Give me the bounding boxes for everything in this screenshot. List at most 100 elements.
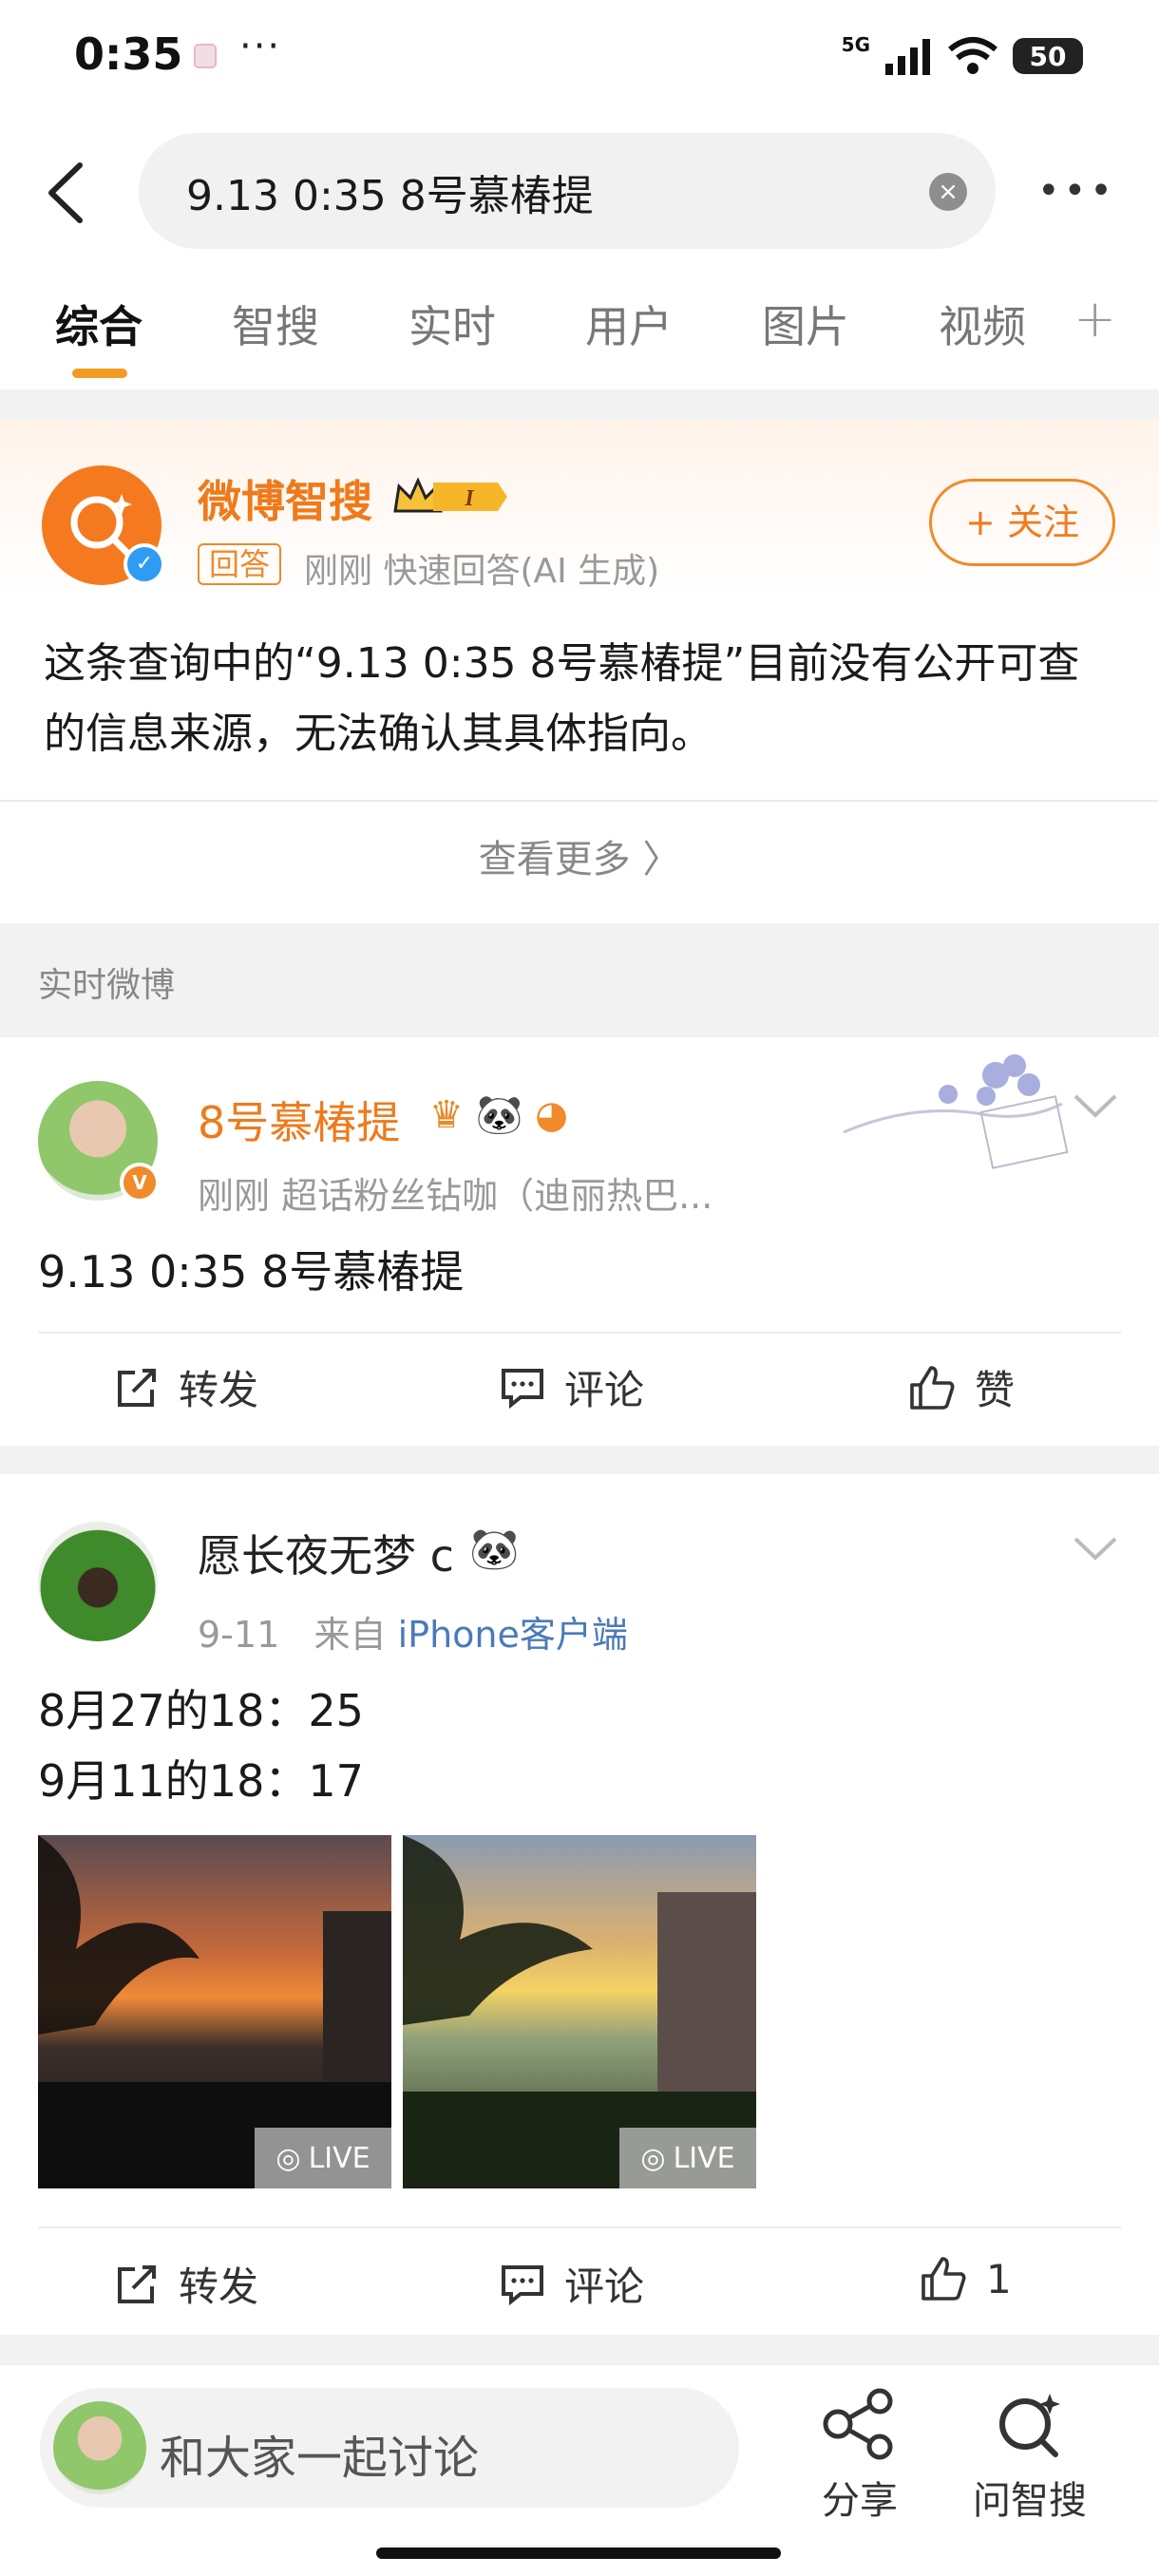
comment-button[interactable]: 评论 (500, 2255, 644, 2313)
network-label: 5G (841, 33, 870, 56)
repost-button[interactable]: 转发 (114, 1358, 258, 1416)
verified-icon: V (120, 1163, 160, 1203)
search-query-text: 9.13 0:35 8号慕椿提 (186, 172, 594, 220)
user-avatar (53, 2401, 146, 2494)
ai-account-name[interactable]: 微博智搜 (198, 467, 372, 530)
crown-badge-icon: ♛ (429, 1093, 464, 1137)
like-button[interactable]: 赞 (908, 1358, 1015, 1416)
live-photo-badge: ◎ LIVE (619, 2128, 756, 2188)
live-icon: ◎ (276, 2141, 301, 2175)
like-button[interactable]: 1 (920, 2255, 1012, 2302)
avatar[interactable] (38, 1522, 158, 1641)
post-meta: 刚刚 超话粉丝钻咖（迪丽热巴... (198, 1175, 713, 1217)
divider (38, 1332, 1121, 1334)
tab-users[interactable]: 用户 (585, 293, 673, 355)
wifi-icon (948, 37, 998, 74)
comment-label: 评论 (564, 2263, 645, 2310)
more-options-icon[interactable]: ••• (1037, 169, 1116, 213)
tab-comprehensive[interactable]: 综合 (55, 293, 142, 355)
ask-smart-search-button[interactable]: 问智搜 (973, 2388, 1087, 2525)
post-text-line: 8月27的18：25 (38, 1685, 364, 1736)
badge-icons: ♛ 🐼 ◕ (429, 1092, 568, 1137)
divider-band (0, 1446, 1159, 1474)
comment-placeholder: 和大家一起讨论 (160, 2432, 480, 2485)
ai-answer-text: 这条查询中的“9.13 0:35 8号慕椿提”目前没有公开可查的信息来源，无法确… (44, 639, 1080, 758)
post-card: V 8号慕椿提 ♛ 🐼 ◕ 刚刚 超话粉丝钻咖（迪丽热巴... 9.13 0:3… (0, 1037, 1159, 1446)
tab-videos[interactable]: 视频 (939, 293, 1026, 355)
status-bar: 0:35 ··· 5G 50 (0, 0, 1159, 114)
repost-label: 转发 (179, 1367, 259, 1413)
like-label: 赞 (975, 1367, 1016, 1413)
comment-button[interactable]: 评论 (500, 1358, 644, 1416)
post-photo[interactable]: ◎ LIVE (38, 1835, 391, 2188)
crown-level-badge-icon: I (393, 477, 507, 513)
like-count: 1 (986, 2255, 1012, 2302)
section-header: 实时微博 (0, 923, 1159, 1037)
ai-answer-card: ✓ 微博智搜 I 回答 刚刚 快速回答(AI 生成) + 关注 这条查询中的“9… (0, 420, 1159, 923)
repost-label: 转发 (179, 2263, 259, 2310)
search-input[interactable]: 9.13 0:35 8号慕椿提 × (139, 133, 996, 249)
live-photo-badge: ◎ LIVE (255, 2128, 391, 2188)
view-more-link[interactable]: 查看更多 〉 (0, 828, 1159, 883)
panda-icon: 🐼 (469, 1525, 520, 1572)
divider (0, 800, 1159, 802)
panda-icon: 🐼 (475, 1093, 523, 1137)
search-header: 9.13 0:35 8号慕椿提 × ••• (0, 123, 1159, 256)
username[interactable]: 愿长夜无梦 c (198, 1522, 454, 1584)
live-label: LIVE (308, 2141, 370, 2175)
post-text-line: 9月11的18：17 (38, 1755, 364, 1807)
post-date: 9-11 (198, 1614, 280, 1656)
section-label: 实时微博 (38, 966, 176, 1005)
thumbs-up-icon (922, 2257, 966, 2301)
share-button[interactable]: 分享 (819, 2388, 901, 2525)
status-indicators: 5G 50 (842, 32, 1083, 80)
fish-icon: ◕ (535, 1093, 569, 1137)
notification-app-icon (194, 44, 217, 68)
chevron-down-icon[interactable] (1072, 1535, 1119, 1563)
ai-meta: 刚刚 快速回答(AI 生成) (304, 552, 660, 591)
status-time: 0:35 (74, 28, 183, 80)
answer-tag: 回答 (198, 543, 282, 585)
post-text: 8月27的18：25 9月11的18：17 (38, 1676, 364, 1816)
tab-realtime[interactable]: 实时 (408, 293, 496, 355)
signal-icon (885, 39, 930, 75)
search-tabs: 综合 智搜 实时 用户 图片 视频 + (0, 275, 1159, 389)
live-label: LIVE (673, 2141, 735, 2175)
live-icon: ◎ (640, 2141, 666, 2175)
smart-search-icon (999, 2394, 1060, 2457)
share-label: 分享 (822, 2479, 898, 2523)
divider (38, 2226, 1121, 2228)
follow-button[interactable]: + 关注 (929, 479, 1115, 566)
post-photo[interactable]: ◎ LIVE (403, 1835, 756, 2188)
badge-level-text: I (464, 486, 475, 511)
back-arrow-icon[interactable] (38, 160, 95, 226)
comment-input[interactable]: 和大家一起讨论 (40, 2388, 739, 2508)
more-notifications-icon: ··· (239, 25, 282, 68)
username[interactable]: 8号慕椿提 (198, 1089, 400, 1151)
post-from: 来自 (314, 1614, 387, 1656)
repost-button[interactable]: 转发 (114, 2255, 258, 2313)
divider-band (0, 2335, 1159, 2363)
decoration-flower-icon (843, 1054, 1069, 1169)
chevron-down-icon[interactable] (1072, 1092, 1119, 1121)
home-indicator[interactable] (376, 2548, 781, 2559)
comment-icon (502, 1368, 543, 1409)
bottom-bar: 和大家一起讨论 分享 问智搜 (0, 2363, 1159, 2576)
repost-icon (118, 2264, 156, 2303)
tab-smart-search[interactable]: 智搜 (232, 293, 319, 355)
add-tab-icon[interactable]: + (1074, 289, 1116, 349)
post-meta: 9-11 来自 iPhone客户端 (198, 1605, 628, 1657)
comment-label: 评论 (564, 1367, 645, 1413)
verified-icon: ✓ (124, 543, 165, 585)
post-card: 愿长夜无梦 c 🐼 9-11 来自 iPhone客户端 8月27的18：25 9… (0, 1474, 1159, 2335)
thumbs-up-icon (910, 1365, 955, 1410)
tab-images[interactable]: 图片 (762, 293, 849, 355)
share-icon (823, 2388, 893, 2460)
ask-label: 问智搜 (973, 2479, 1087, 2523)
post-text: 9.13 0:35 8号慕椿提 (38, 1246, 465, 1297)
battery-icon: 50 (1013, 38, 1083, 74)
post-source-link[interactable]: iPhone客户端 (398, 1614, 628, 1656)
repost-icon (118, 1368, 156, 1407)
active-tab-indicator (72, 369, 127, 378)
clear-search-icon[interactable]: × (929, 173, 967, 211)
